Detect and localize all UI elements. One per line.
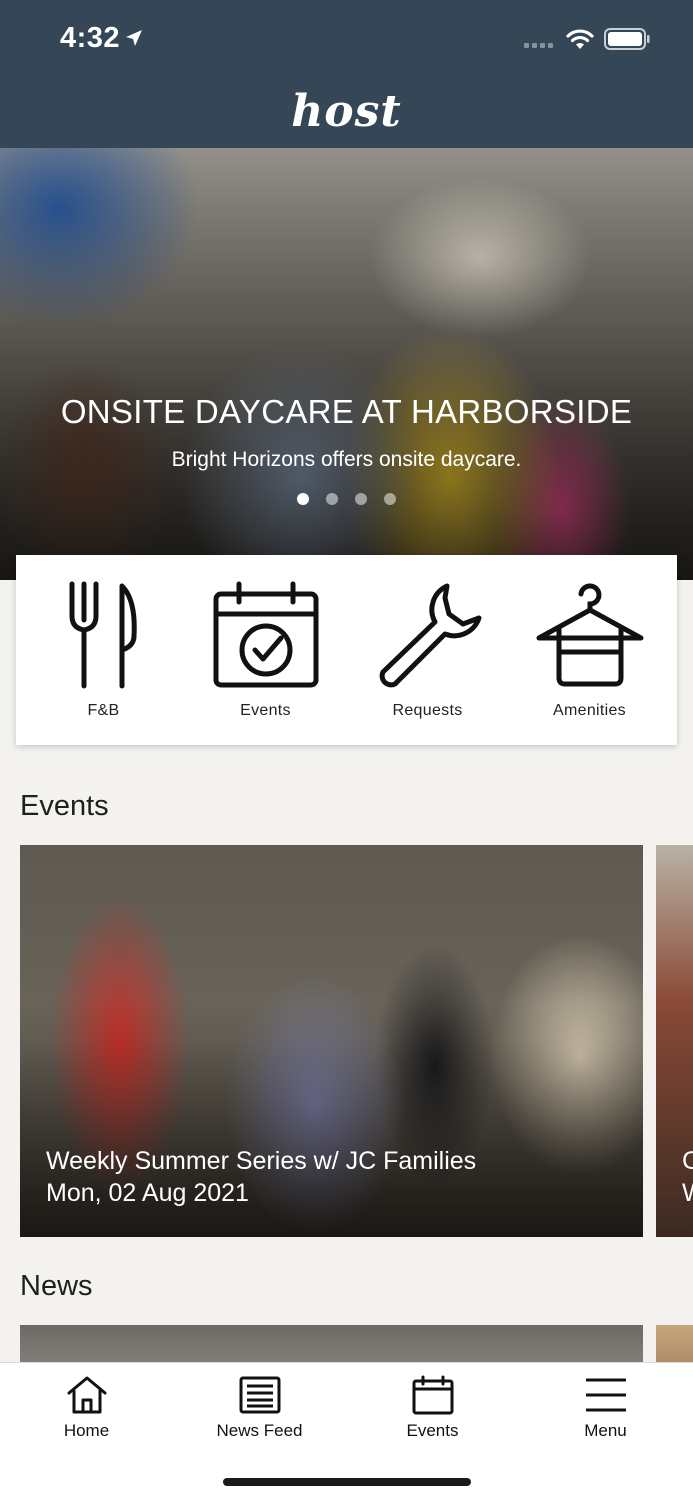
carousel-dot-1[interactable] (297, 493, 309, 505)
quick-actions-card: F&B Events Requests Amenities (16, 555, 677, 745)
event-date-peek: W (682, 1179, 693, 1208)
tab-menu[interactable]: Menu (519, 1363, 692, 1463)
event-card[interactable]: Weekly Summer Series w/ JC Families Mon,… (20, 845, 643, 1237)
carousel-dot-4[interactable] (384, 493, 396, 505)
quick-action-amenities[interactable]: Amenities (507, 555, 672, 745)
event-title-peek: C (682, 1147, 693, 1175)
hero-image-overlay (0, 148, 693, 580)
status-bar: 4:32 (0, 0, 693, 80)
app-header: 4:32 host (0, 0, 693, 148)
news-section-title: News (20, 1270, 93, 1302)
event-title: Weekly Summer Series w/ JC Families (46, 1147, 477, 1175)
towel-hanger-icon (536, 583, 643, 687)
quick-action-requests[interactable]: Requests (345, 555, 510, 745)
wifi-icon (566, 29, 594, 49)
hero-banner[interactable]: ONSITE DAYCARE AT HARBORSIDE Bright Hori… (0, 148, 693, 580)
tab-news-feed[interactable]: News Feed (173, 1363, 346, 1463)
quick-action-fnb[interactable]: F&B (21, 555, 186, 745)
calendar-check-icon (213, 581, 318, 688)
battery-icon (604, 28, 650, 50)
location-arrow-icon (126, 30, 142, 46)
hero-title: ONSITE DAYCARE AT HARBORSIDE (60, 393, 633, 430)
cellular-signal-icon (524, 43, 553, 48)
event-date: Mon, 02 Aug 2021 (46, 1179, 249, 1207)
newspaper-icon (239, 1376, 280, 1414)
carousel-dot-2[interactable] (326, 493, 338, 505)
hero-subtitle: Bright Horizons offers onsite daycare. (171, 448, 522, 471)
home-icon (67, 1376, 106, 1414)
hamburger-menu-icon (585, 1378, 626, 1412)
tab-label: Events (406, 1421, 459, 1440)
status-time: 4:32 (60, 22, 121, 54)
quick-action-events[interactable]: Events (183, 555, 348, 745)
tab-events[interactable]: Events (346, 1363, 519, 1463)
tab-label: News Feed (216, 1421, 303, 1440)
quick-action-label: Amenities (553, 702, 626, 719)
calendar-icon (412, 1375, 453, 1415)
quick-action-label: Events (240, 702, 291, 719)
quick-action-label: Requests (392, 702, 463, 719)
tab-home[interactable]: Home (0, 1363, 173, 1463)
carousel-dot-3[interactable] (355, 493, 367, 505)
tab-label: Home (63, 1421, 110, 1440)
event-card-next[interactable]: C W (656, 845, 693, 1237)
wrench-icon (379, 583, 481, 688)
home-indicator[interactable] (223, 1478, 471, 1486)
events-section-title: Events (20, 790, 109, 822)
fork-knife-icon (69, 581, 137, 689)
tab-label: Menu (584, 1421, 627, 1440)
quick-action-label: F&B (87, 702, 120, 719)
host-logo: host (291, 86, 402, 137)
carousel-dots[interactable] (0, 493, 693, 505)
